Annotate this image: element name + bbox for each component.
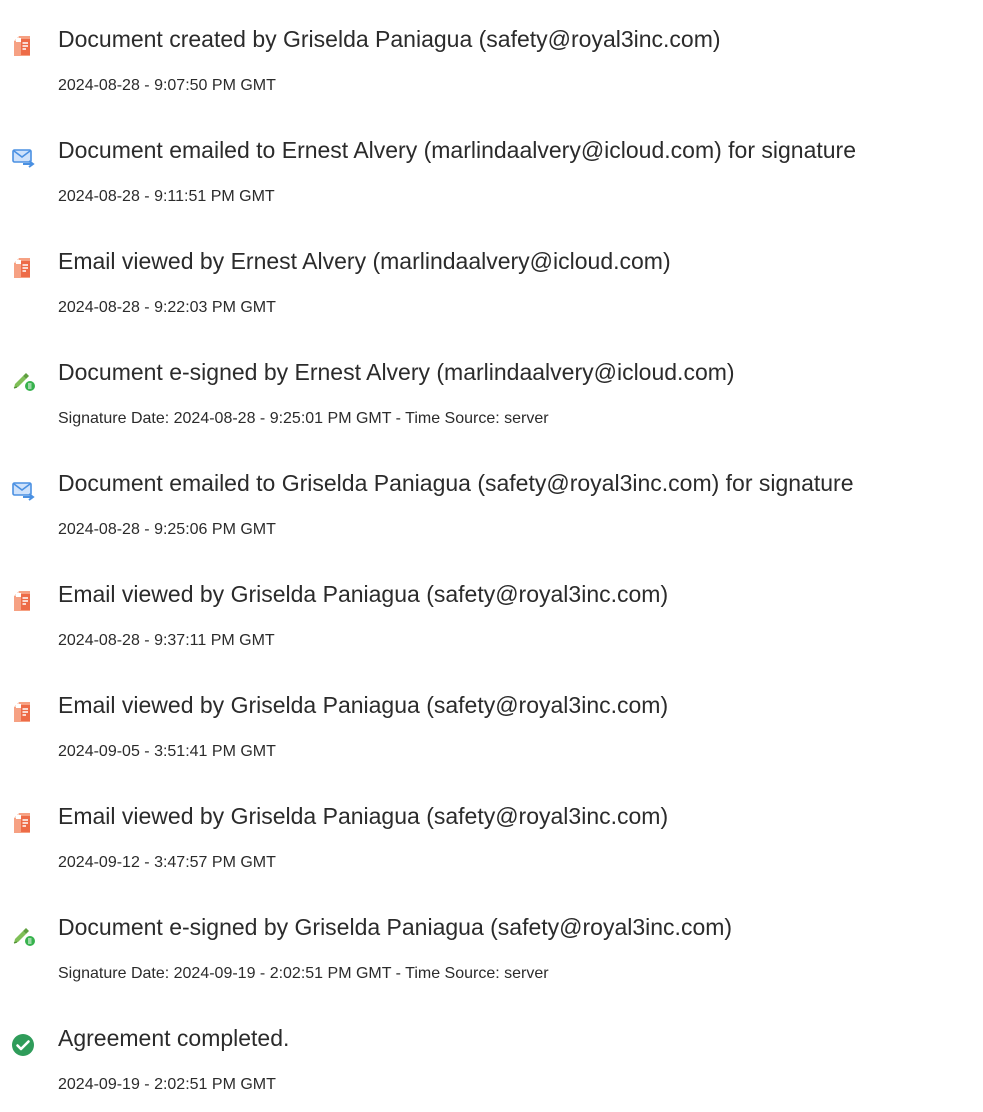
event-timestamp: 2024-08-28 - 9:25:06 PM GMT	[58, 521, 276, 538]
event-title: Document e-signed by Griselda Paniagua (…	[58, 914, 733, 940]
audit-event: Document emailed to Ernest Alvery (marli…	[0, 133, 983, 213]
event-timestamp: 2024-09-05 - 3:51:41 PM GMT	[58, 743, 276, 760]
document-pdf-icon	[10, 255, 36, 281]
event-title: Document created by Griselda Paniagua (s…	[58, 26, 721, 52]
document-pdf-icon	[10, 810, 36, 836]
audit-event: Email viewed by Griselda Paniagua (safet…	[0, 688, 983, 768]
event-title: Document emailed to Griselda Paniagua (s…	[58, 470, 854, 496]
event-timestamp: 2024-08-28 - 9:07:50 PM GMT	[58, 77, 276, 94]
event-timestamp: 2024-09-19 - 2:02:51 PM GMT	[58, 1076, 276, 1093]
event-signature-info: Signature Date: 2024-09-19 - 2:02:51 PM …	[58, 965, 549, 982]
event-timestamp: 2024-08-28 - 9:22:03 PM GMT	[58, 299, 276, 316]
document-pdf-icon	[10, 699, 36, 725]
document-pdf-icon	[10, 33, 36, 59]
audit-event: Document emailed to Griselda Paniagua (s…	[0, 466, 983, 546]
audit-event: Document created by Griselda Paniagua (s…	[0, 22, 983, 102]
event-timestamp: 2024-08-28 - 9:37:11 PM GMT	[58, 632, 275, 649]
event-title: Email viewed by Griselda Paniagua (safet…	[58, 803, 669, 829]
email-sent-icon	[10, 144, 36, 170]
check-circle-icon	[10, 1032, 36, 1058]
event-timestamp: 2024-09-12 - 3:47:57 PM GMT	[58, 854, 276, 871]
event-title: Email viewed by Ernest Alvery (marlindaa…	[58, 248, 671, 274]
email-sent-icon	[10, 477, 36, 503]
audit-event: Document e-signed by Ernest Alvery (marl…	[0, 355, 983, 435]
audit-event: Document e-signed by Griselda Paniagua (…	[0, 910, 983, 990]
audit-event: Email viewed by Griselda Paniagua (safet…	[0, 799, 983, 879]
event-timestamp: 2024-08-28 - 9:11:51 PM GMT	[58, 188, 275, 205]
event-signature-info: Signature Date: 2024-08-28 - 9:25:01 PM …	[58, 410, 549, 427]
audit-event: Email viewed by Ernest Alvery (marlindaa…	[0, 244, 983, 324]
event-title: Document e-signed by Ernest Alvery (marl…	[58, 359, 735, 385]
document-pdf-icon	[10, 588, 36, 614]
e-sign-pen-icon	[10, 366, 36, 392]
event-title: Document emailed to Ernest Alvery (marli…	[58, 137, 857, 163]
e-sign-pen-icon	[10, 921, 36, 947]
audit-event: Email viewed by Griselda Paniagua (safet…	[0, 577, 983, 657]
audit-event: Agreement completed. 2024-09-19 - 2:02:5…	[0, 1021, 983, 1101]
event-title: Email viewed by Griselda Paniagua (safet…	[58, 581, 669, 607]
event-title: Agreement completed.	[58, 1025, 290, 1051]
event-title: Email viewed by Griselda Paniagua (safet…	[58, 692, 669, 718]
